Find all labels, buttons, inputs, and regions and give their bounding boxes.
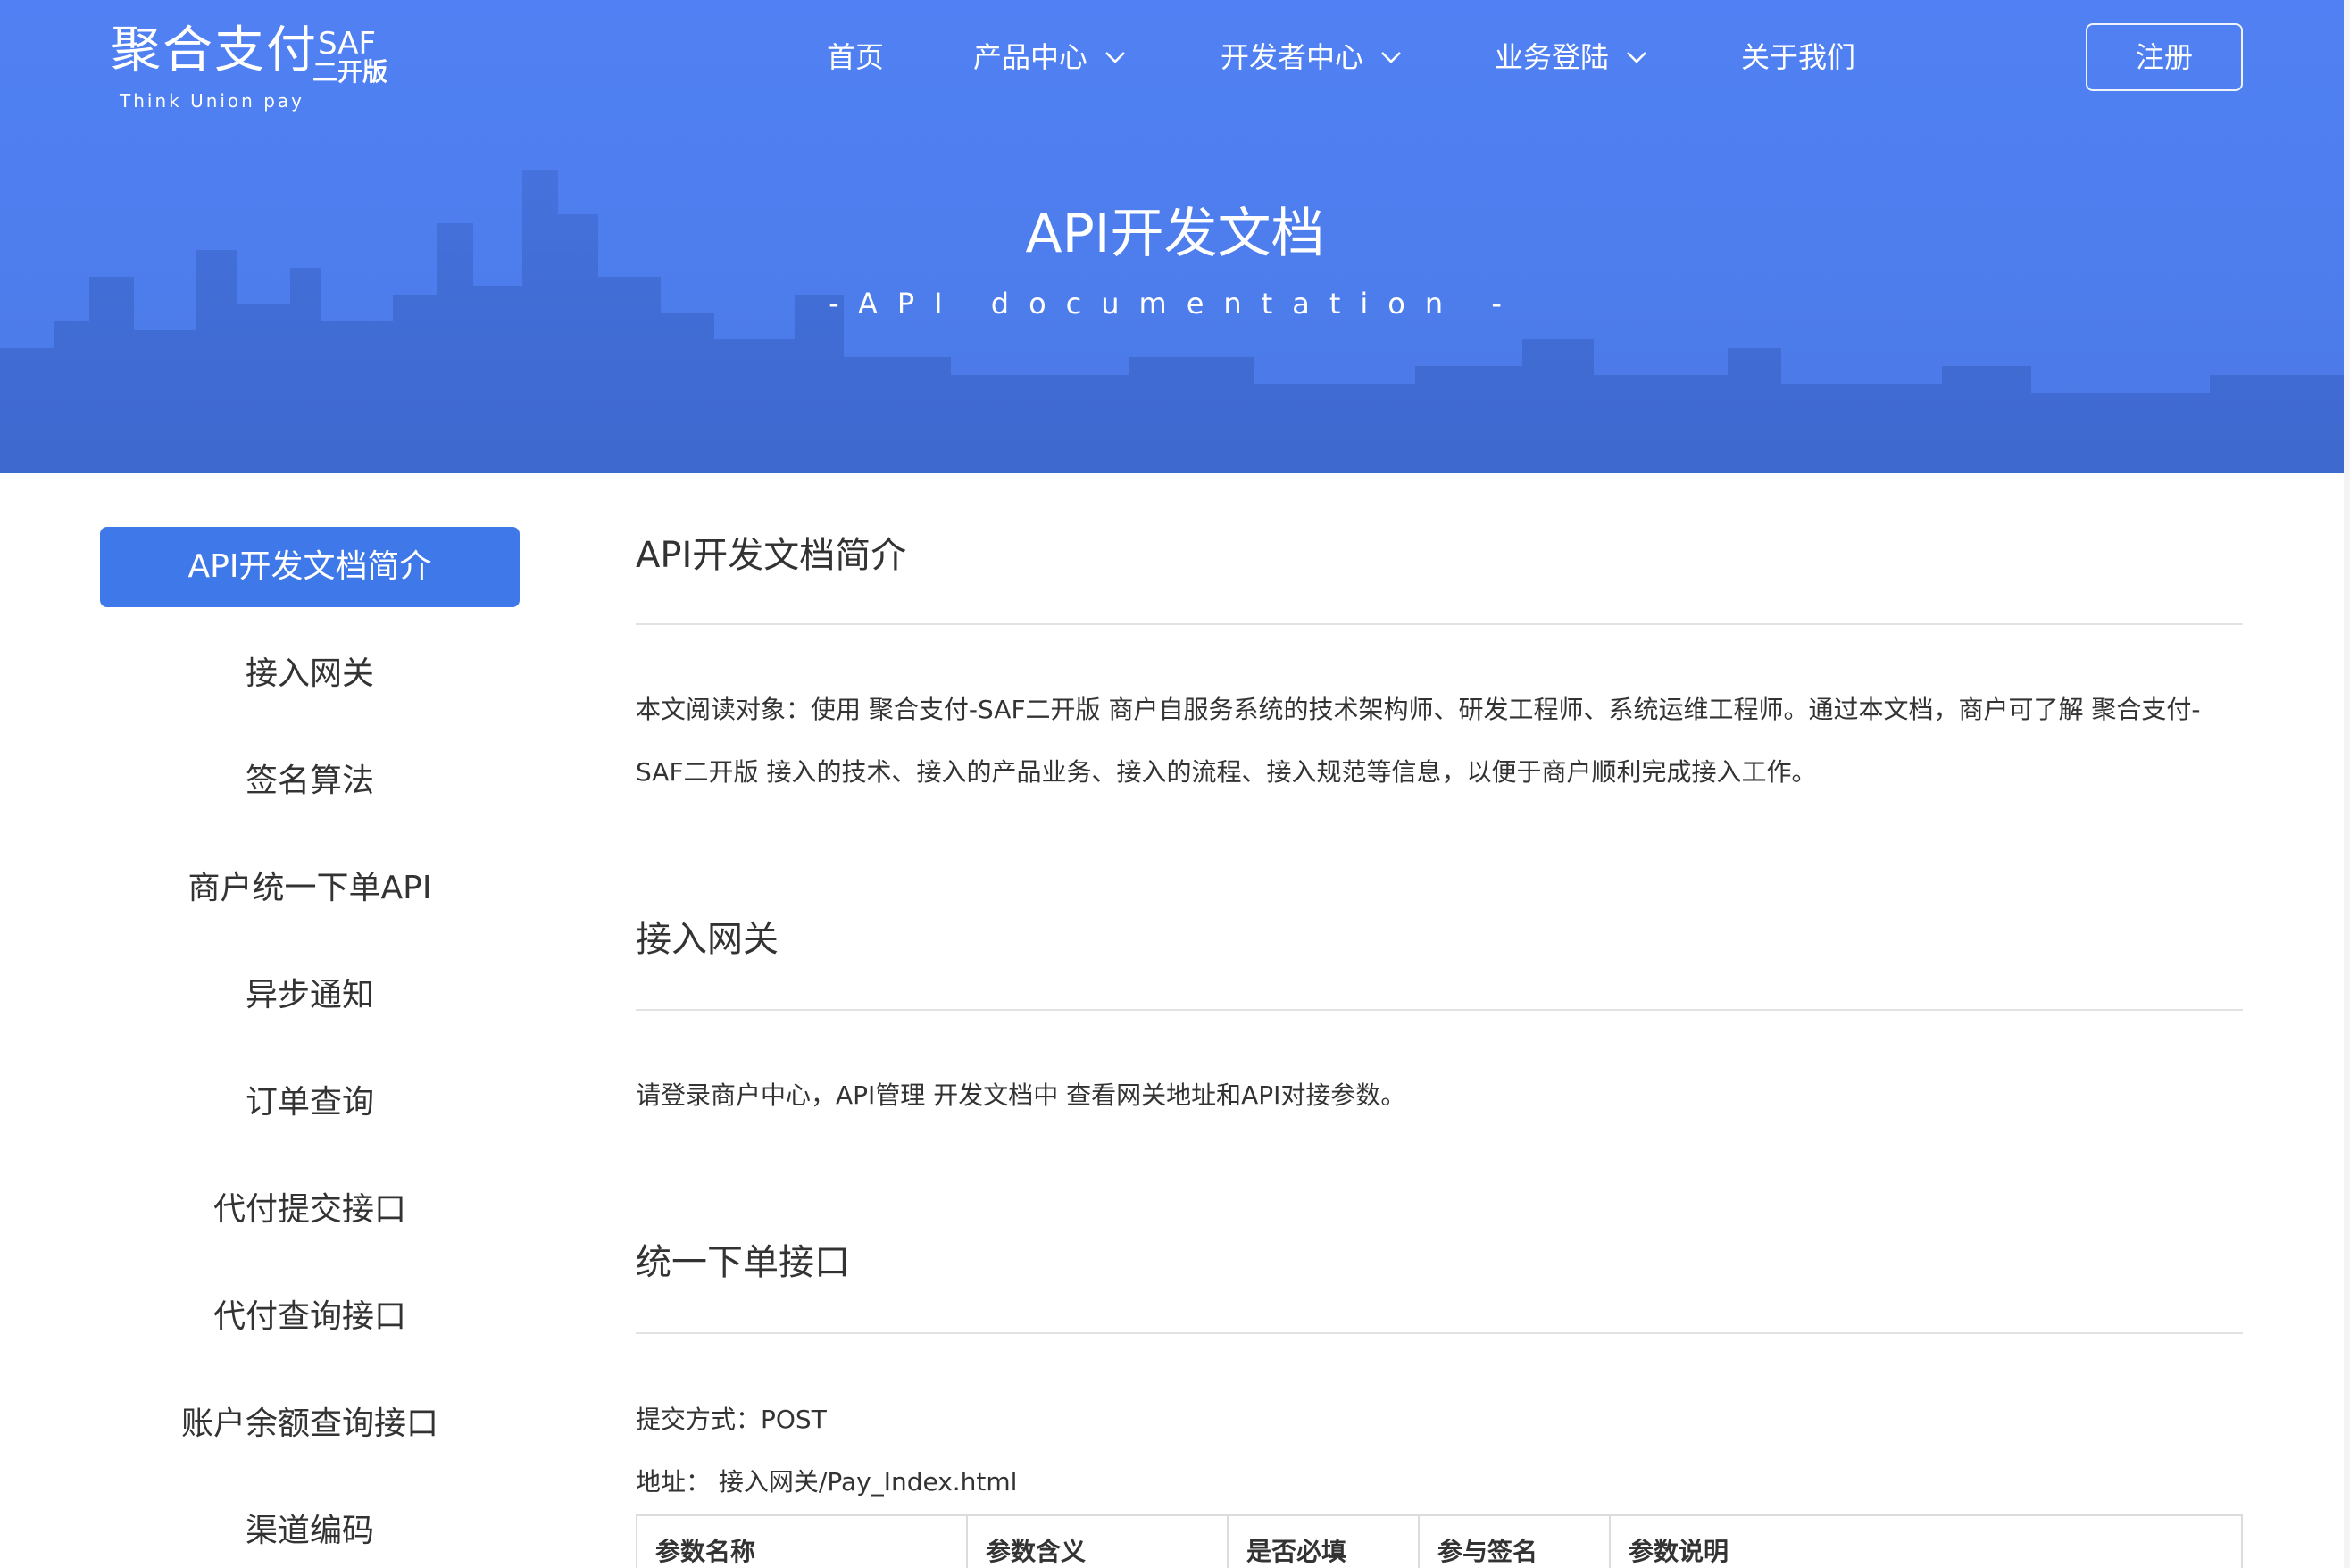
- section-divider: [636, 1332, 2243, 1334]
- sidebar-item-channel-code[interactable]: 渠道编码: [100, 1491, 520, 1568]
- endpoint-address-text: 地址： 接入网关/Pay_Index.html: [636, 1467, 1018, 1497]
- hero-title: API开发文档: [1025, 203, 1325, 265]
- brand-logo[interactable]: 聚合支付 SAF 二开版 Think Union pay: [111, 20, 405, 111]
- sidebar-item-payout-query[interactable]: 代付查询接口: [100, 1277, 520, 1357]
- gateway-paragraph: 请登录商户中心，API管理 开发文档中 查看网关地址和API对接参数。: [636, 1080, 1406, 1110]
- nav-item-developer[interactable]: 开发者中心: [1221, 34, 1403, 80]
- col-header-description: 参数说明: [1629, 1537, 1729, 1566]
- sidebar-item-order-query[interactable]: 订单查询: [100, 1063, 520, 1143]
- register-button[interactable]: 注册: [2086, 23, 2243, 91]
- chevron-down-icon: [1627, 52, 1646, 63]
- sidebar-item-async-notify[interactable]: 异步通知: [100, 955, 520, 1036]
- sidebar-item-unified-order[interactable]: 商户统一下单API: [100, 848, 520, 929]
- sidebar-item-gateway[interactable]: 接入网关: [100, 634, 520, 714]
- nav-item-home[interactable]: 首页: [827, 34, 884, 80]
- section-divider: [636, 623, 2243, 625]
- intro-paragraph: 本文阅读对象：使用 聚合支付-SAF二开版 商户自服务系统的技术架构师、研发工程…: [636, 695, 2201, 787]
- sidebar-item-payout-submit[interactable]: 代付提交接口: [100, 1170, 520, 1250]
- col-header-signed: 参与签名: [1420, 1516, 1611, 1568]
- col-header-param-meaning: 参数含义: [968, 1516, 1229, 1568]
- sidebar-item-signature[interactable]: 签名算法: [100, 741, 520, 822]
- section-divider: [636, 1009, 2243, 1011]
- submit-method-text: 提交方式：POST: [636, 1405, 827, 1434]
- chevron-down-icon: [1381, 52, 1401, 63]
- col-header-param-name: 参数名称: [638, 1516, 968, 1568]
- section-title-gateway: 接入网关: [636, 919, 779, 960]
- hero-subtitle: -API documentation -: [829, 287, 1521, 321]
- chevron-down-icon: [1105, 52, 1125, 63]
- col-header-required: 是否必填: [1229, 1516, 1420, 1568]
- page-scrollbar[interactable]: [2344, 0, 2350, 1568]
- section-title-unified-order: 统一下单接口: [636, 1242, 850, 1283]
- section-title-intro: API开发文档简介: [636, 535, 907, 576]
- sidebar-item-intro[interactable]: API开发文档简介: [100, 527, 520, 607]
- sidebar-item-balance-query[interactable]: 账户余额查询接口: [100, 1384, 520, 1464]
- hero-banner: 聚合支付 SAF 二开版 Think Union pay 首页 产品中心 开发者…: [0, 0, 2350, 473]
- nav-item-login[interactable]: 业务登陆: [1495, 34, 1648, 80]
- nav-item-about[interactable]: 关于我们: [1741, 34, 1855, 80]
- param-table-header: 参数名称 参数含义 是否必填 参与签名 参数说明: [636, 1514, 2243, 1568]
- nav-item-products[interactable]: 产品中心: [973, 34, 1127, 80]
